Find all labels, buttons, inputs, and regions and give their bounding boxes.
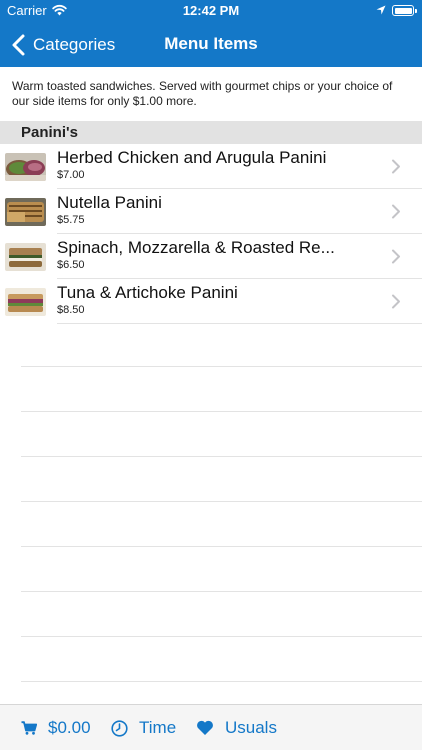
- section-title: Panini's: [21, 124, 78, 141]
- cart-icon: [21, 721, 37, 735]
- menu-item-price: $8.50: [57, 304, 85, 316]
- cart-button[interactable]: $0.00: [21, 705, 91, 750]
- empty-row-separator: [21, 411, 422, 412]
- nutella-panini-thumbnail: [5, 198, 46, 226]
- menu-item-row[interactable]: Spinach, Mozzarella & Roasted Re... $6.5…: [0, 234, 422, 279]
- menu-item-list: Herbed Chicken and Arugula Panini $7.00 …: [0, 144, 422, 324]
- location-arrow-icon: [376, 5, 386, 15]
- page-title: Menu Items: [164, 34, 258, 53]
- cart-total: $0.00: [48, 718, 91, 737]
- bottom-toolbar: $0.00 Time Usuals: [0, 704, 422, 750]
- menu-item-name: Nutella Panini: [57, 193, 162, 212]
- usuals-button[interactable]: Usuals: [196, 705, 277, 750]
- navigation-bar: Categories Menu Items: [0, 22, 422, 67]
- status-time: 12:42 PM: [182, 3, 240, 18]
- menu-item-name: Herbed Chicken and Arugula Panini: [57, 148, 327, 167]
- chevron-right-icon: [392, 249, 400, 264]
- section-header: Panini's: [0, 121, 422, 144]
- menu-item-row[interactable]: Nutella Panini $5.75: [0, 189, 422, 234]
- category-description: Warm toasted sandwiches. Served with gou…: [12, 79, 393, 108]
- herbed-chicken-panini-thumbnail: [5, 153, 46, 181]
- menu-item-price: $5.75: [57, 214, 85, 226]
- menu-item-name: Tuna & Artichoke Panini: [57, 283, 238, 302]
- menu-item-row[interactable]: Tuna & Artichoke Panini $8.50: [0, 279, 422, 324]
- menu-item-price: $7.00: [57, 169, 85, 181]
- app-header: Carrier 12:42 PM Categories Menu Items: [0, 0, 422, 67]
- spinach-mozzarella-panini-thumbnail: [5, 243, 46, 271]
- menu-item-name: Spinach, Mozzarella & Roasted Re...: [57, 238, 335, 257]
- menu-item-price: $6.50: [57, 259, 85, 271]
- time-label: Time: [139, 718, 177, 737]
- empty-row-separator: [21, 681, 422, 682]
- chevron-right-icon: [392, 204, 400, 219]
- empty-row-separator: [21, 636, 422, 637]
- empty-row-separator: [21, 456, 422, 457]
- tuna-artichoke-panini-thumbnail: [5, 288, 46, 316]
- heart-icon: [197, 720, 213, 735]
- menu-item-row[interactable]: Herbed Chicken and Arugula Panini $7.00: [0, 144, 422, 189]
- clock-icon: [111, 719, 128, 737]
- time-button[interactable]: Time: [111, 705, 176, 750]
- battery-icon: [392, 5, 417, 16]
- usuals-label: Usuals: [225, 718, 277, 737]
- empty-row-separator: [21, 591, 422, 592]
- chevron-right-icon: [392, 294, 400, 309]
- status-bar: Carrier 12:42 PM: [0, 0, 422, 22]
- empty-row-separator: [21, 501, 422, 502]
- empty-row-separator: [21, 366, 422, 367]
- empty-row-separator: [21, 546, 422, 547]
- chevron-right-icon: [392, 159, 400, 174]
